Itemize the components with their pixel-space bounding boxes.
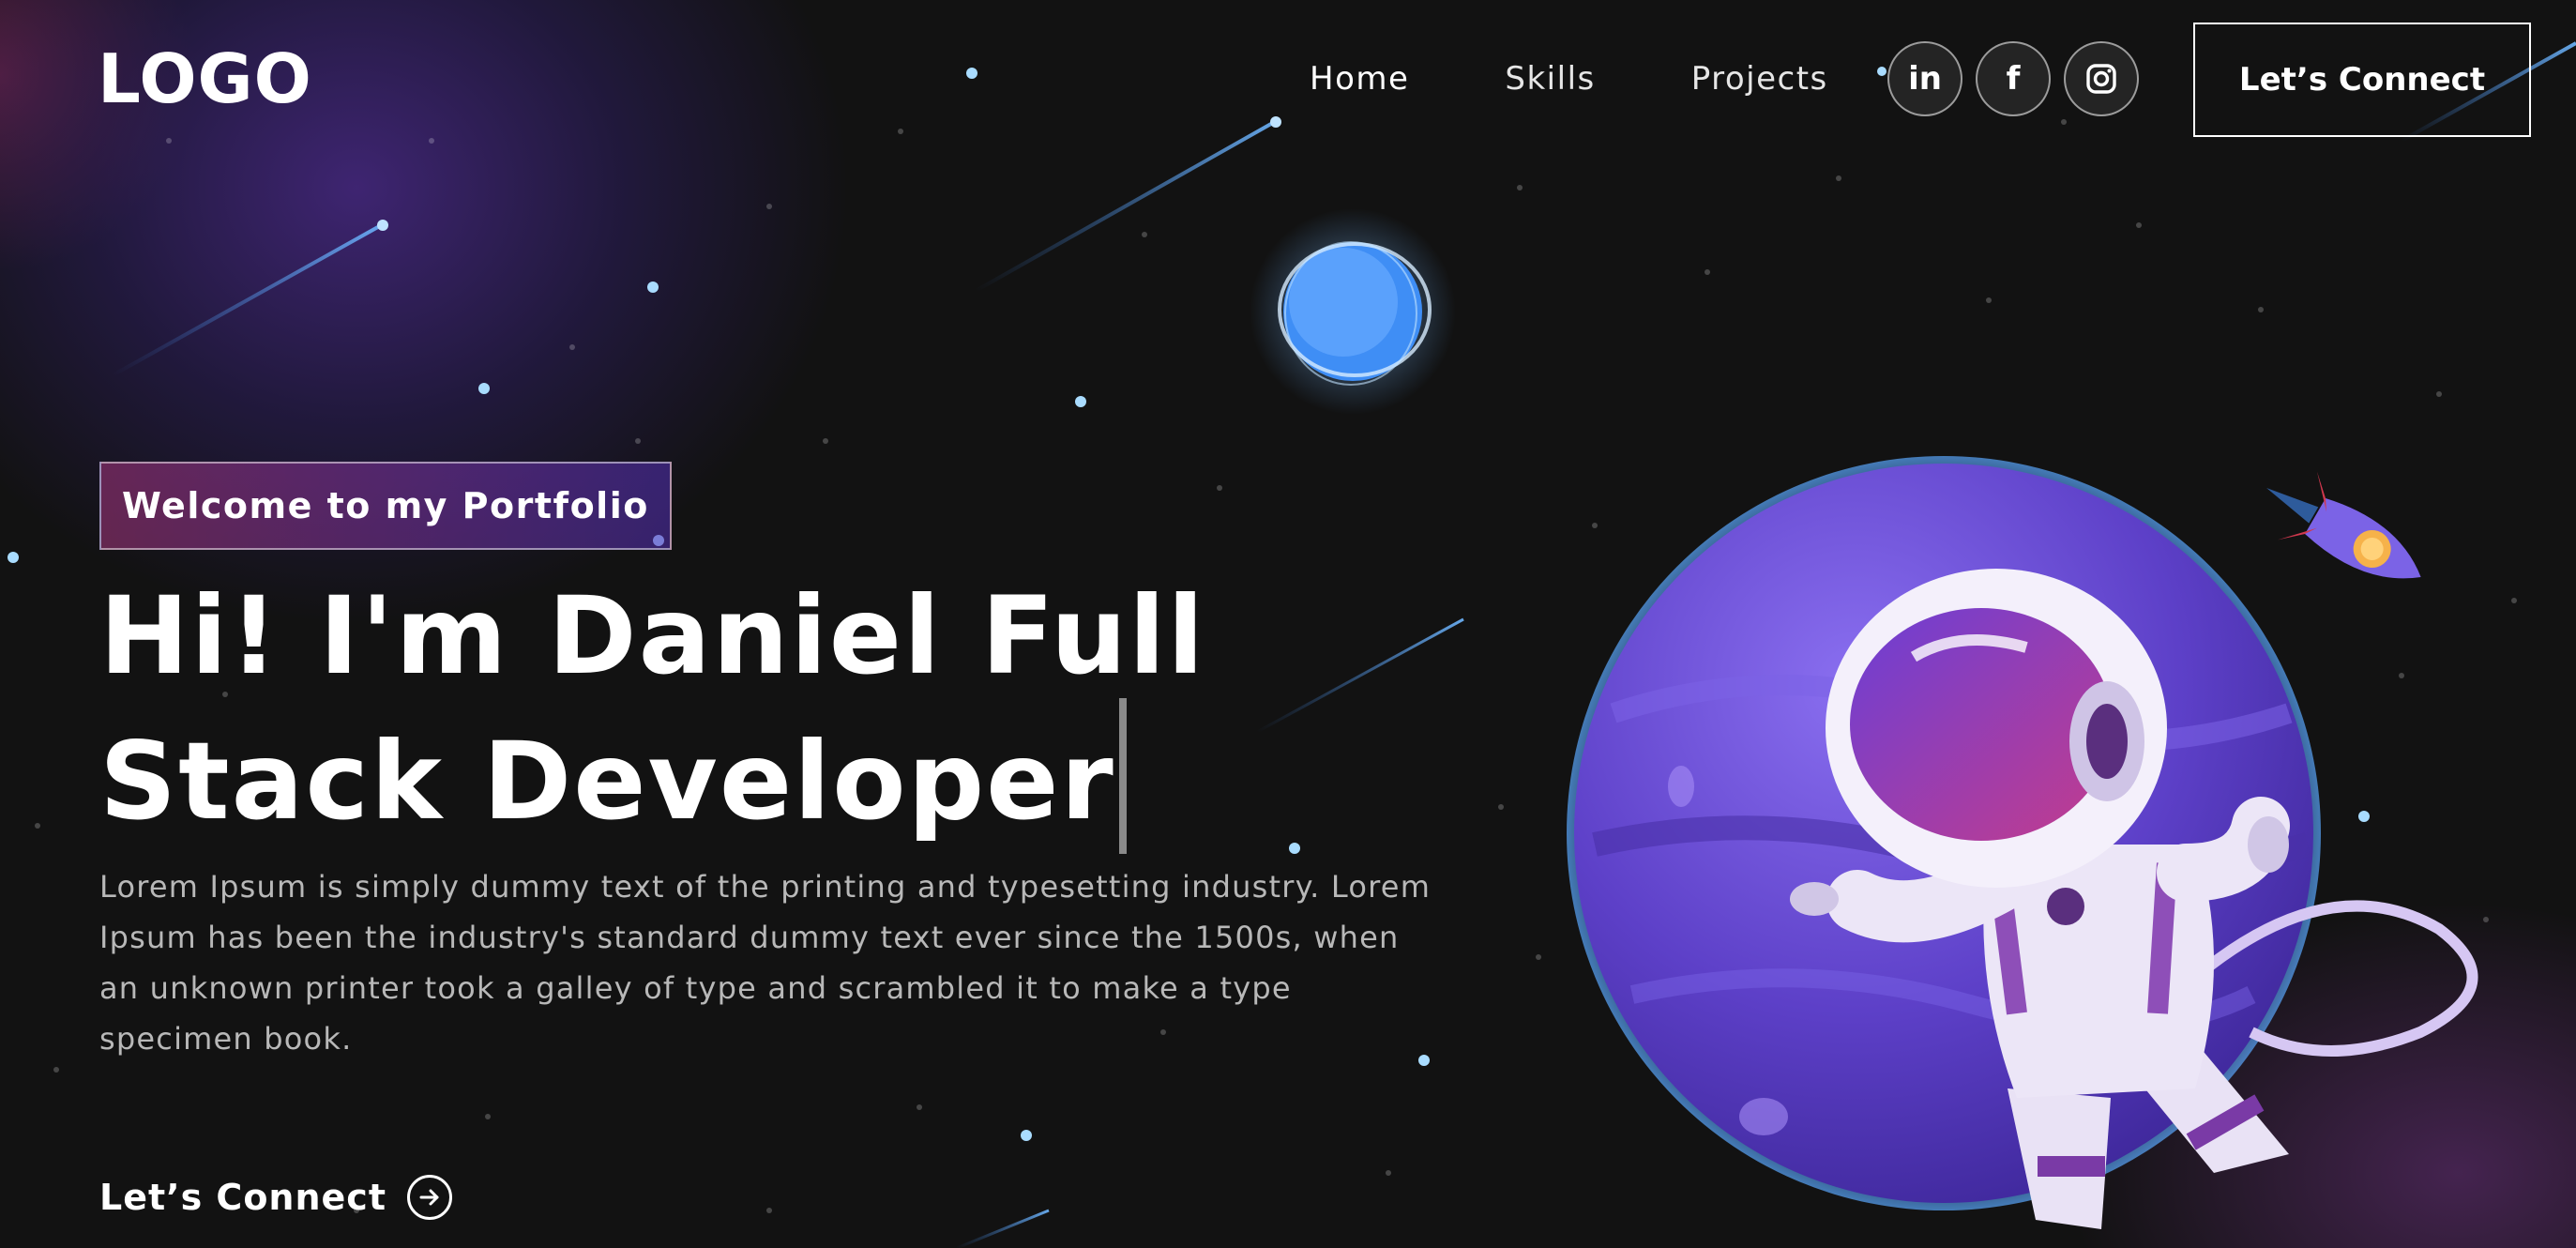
- nav-link-projects[interactable]: Projects: [1691, 54, 1828, 103]
- instagram-button[interactable]: [2064, 41, 2139, 116]
- arrow-right-circle-icon: [407, 1175, 452, 1220]
- nav-link-skills[interactable]: Skills: [1505, 54, 1595, 103]
- facebook-button[interactable]: f: [1976, 41, 2051, 116]
- instagram-icon: [2086, 64, 2116, 94]
- hero-headline: Hi! I'm Daniel Full Stack Developer: [99, 574, 1525, 854]
- rocket-icon: [2266, 471, 2421, 579]
- facebook-icon: f: [2006, 60, 2021, 98]
- hero-description: Lorem Ipsum is simply dummy text of the …: [99, 869, 1432, 1057]
- nav-link-home[interactable]: Home: [1310, 54, 1409, 103]
- linkedin-icon: in: [1908, 60, 1942, 98]
- welcome-tagline: Welcome to my Portfolio: [99, 462, 672, 550]
- lets-connect-hero-button[interactable]: Let’s Connect: [99, 1175, 452, 1220]
- portfolio-page: LOGO Home Skills Projects in f Let’s Con…: [0, 0, 2576, 1248]
- hero-headline-text: Hi! I'm Daniel Full Stack Developer: [99, 573, 1206, 844]
- social-icons: in f: [1887, 41, 2139, 116]
- main-nav: Home Skills Projects: [1310, 54, 1828, 103]
- logo[interactable]: LOGO: [98, 41, 312, 116]
- linkedin-button[interactable]: in: [1887, 41, 1962, 116]
- typing-cursor: [1118, 698, 1127, 854]
- lets-connect-nav-button[interactable]: Let’s Connect: [2193, 23, 2531, 137]
- lets-connect-hero-label: Let’s Connect: [99, 1177, 386, 1218]
